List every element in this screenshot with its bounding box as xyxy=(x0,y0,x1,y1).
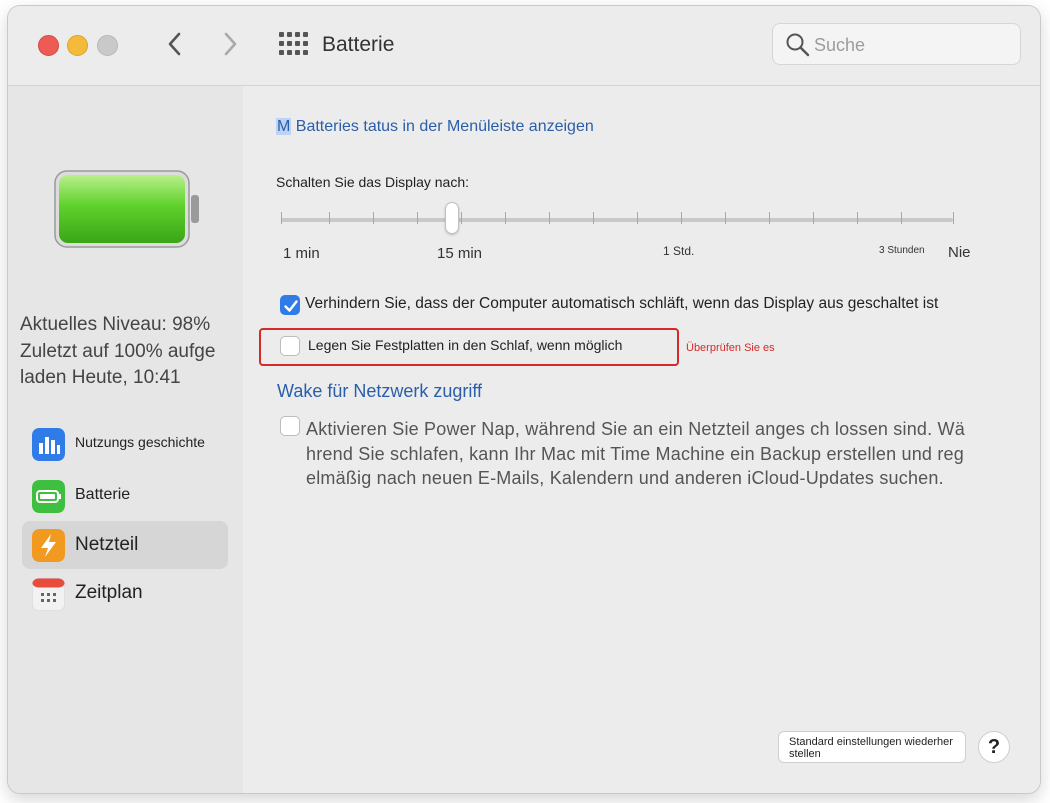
tick-label-3-hours: 3 Stunden xyxy=(879,245,925,256)
show-battery-status-option[interactable]: M Batteries tatus in der Menüleiste anze… xyxy=(276,118,594,136)
slider-tick xyxy=(593,212,594,224)
tick-label-never: Nie xyxy=(948,244,971,261)
tick-label-1-hour: 1 Std. xyxy=(663,244,695,258)
sidebar-item-label: Netzteil xyxy=(75,534,139,555)
sidebar-item-power-adapter[interactable]: Netzteil xyxy=(22,521,228,569)
slider-tick xyxy=(813,212,814,224)
battery-current-level: Aktuelles Niveau: 98% xyxy=(20,314,211,335)
slider-tick xyxy=(681,212,682,224)
forward-arrow-icon[interactable] xyxy=(215,29,245,59)
slider-tick xyxy=(953,212,954,224)
close-window-button[interactable] xyxy=(38,35,59,56)
display-sleep-slider-thumb[interactable] xyxy=(445,202,459,234)
window-title: Batterie xyxy=(322,33,395,56)
slider-tick xyxy=(329,212,330,224)
prevent-sleep-checkbox[interactable] xyxy=(280,295,300,315)
slider-tick xyxy=(505,212,506,224)
search-placeholder: Suche xyxy=(814,35,866,55)
slider-tick xyxy=(725,212,726,224)
sidebar-item-schedule[interactable]: Zeitplan xyxy=(22,570,228,618)
show-battery-status-label: Batteries tatus in der Menüleiste anzeig… xyxy=(295,118,594,135)
slider-tick xyxy=(901,212,902,224)
power-nap-line: Aktivieren Sie Power Nap, während Sie an… xyxy=(306,419,965,439)
tick-label-1-min: 1 min xyxy=(283,245,320,262)
search-icon xyxy=(786,33,810,57)
slider-tick xyxy=(281,212,282,224)
restore-defaults-button[interactable]: Standard einstellungen wiederher stellen xyxy=(778,731,966,763)
sidebar-item-label: Nutzungs geschichte xyxy=(75,434,205,450)
sidebar: Aktuelles Niveau: 98% Zuletzt auf 100% a… xyxy=(8,86,243,793)
display-sleep-label: Schalten Sie das Display nach: xyxy=(276,174,469,190)
battery-last-charged-line2: laden Heute, 10:41 xyxy=(20,367,181,388)
back-arrow-icon[interactable] xyxy=(160,29,190,59)
display-sleep-slider[interactable] xyxy=(281,218,953,222)
help-button[interactable]: ? xyxy=(978,731,1010,763)
power-nap-line: elmäßig nach neuen E-Mails, Kalendern un… xyxy=(306,468,944,488)
sidebar-item-battery[interactable]: Batterie xyxy=(22,472,228,520)
tick-label-15-min: 15 min xyxy=(437,245,483,262)
disk-sleep-label: Legen Sie Festplatten in den Schlaf, wen… xyxy=(308,337,623,353)
power-adapter-panel: M Batteries tatus in der Menüleiste anze… xyxy=(243,86,1040,793)
show-all-grid-icon[interactable] xyxy=(278,31,308,57)
slider-tick xyxy=(857,212,858,224)
lightning-bolt-icon xyxy=(32,529,65,562)
search-field[interactable]: Suche xyxy=(772,23,1021,65)
wake-for-network-option[interactable]: Wake für Netzwerk zugriff xyxy=(277,381,482,402)
disk-sleep-checkbox[interactable] xyxy=(280,336,300,356)
system-preferences-window: Batterie Suche Aktuelles Niveau: 98% Zul… xyxy=(8,6,1040,793)
slider-tick xyxy=(769,212,770,224)
wake-for-network-label: Wake für Netzwerk zugriff xyxy=(277,381,483,401)
titlebar: Batterie Suche xyxy=(8,6,1040,86)
slider-tick xyxy=(417,212,418,224)
battery-last-charged-line1: Zuletzt auf 100% aufge xyxy=(20,340,216,362)
slider-tick xyxy=(461,212,462,224)
sidebar-item-label: Zeitplan xyxy=(75,582,143,603)
prevent-sleep-label: Verhindern Sie, dass der Computer automa… xyxy=(305,295,939,312)
slider-tick xyxy=(373,212,374,224)
highlight-note: Überprüfen Sie es xyxy=(686,342,775,354)
calendar-icon xyxy=(32,578,65,611)
minimize-window-button[interactable] xyxy=(67,35,88,56)
power-nap-line: hrend Sie schlafen, kann Ihr Mac mit Tim… xyxy=(306,443,964,464)
sidebar-item-label: Batterie xyxy=(75,486,131,503)
slider-tick xyxy=(637,212,638,224)
bar-chart-icon xyxy=(32,428,65,461)
battery-status-text: Aktuelles Niveau: 98% Zuletzt auf 100% a… xyxy=(20,312,242,392)
checkmark-icon xyxy=(284,300,298,312)
slider-tick xyxy=(549,212,550,224)
battery-icon xyxy=(32,480,65,513)
battery-level-icon xyxy=(54,170,199,248)
zoom-window-button[interactable] xyxy=(97,35,118,56)
power-nap-checkbox[interactable] xyxy=(280,416,300,436)
power-nap-description: Aktivieren Sie Power Nap, während Sie an… xyxy=(306,417,1006,491)
show-battery-status-prefix: M xyxy=(276,118,292,135)
sidebar-item-usage-history[interactable]: Nutzungs geschichte xyxy=(22,420,228,468)
